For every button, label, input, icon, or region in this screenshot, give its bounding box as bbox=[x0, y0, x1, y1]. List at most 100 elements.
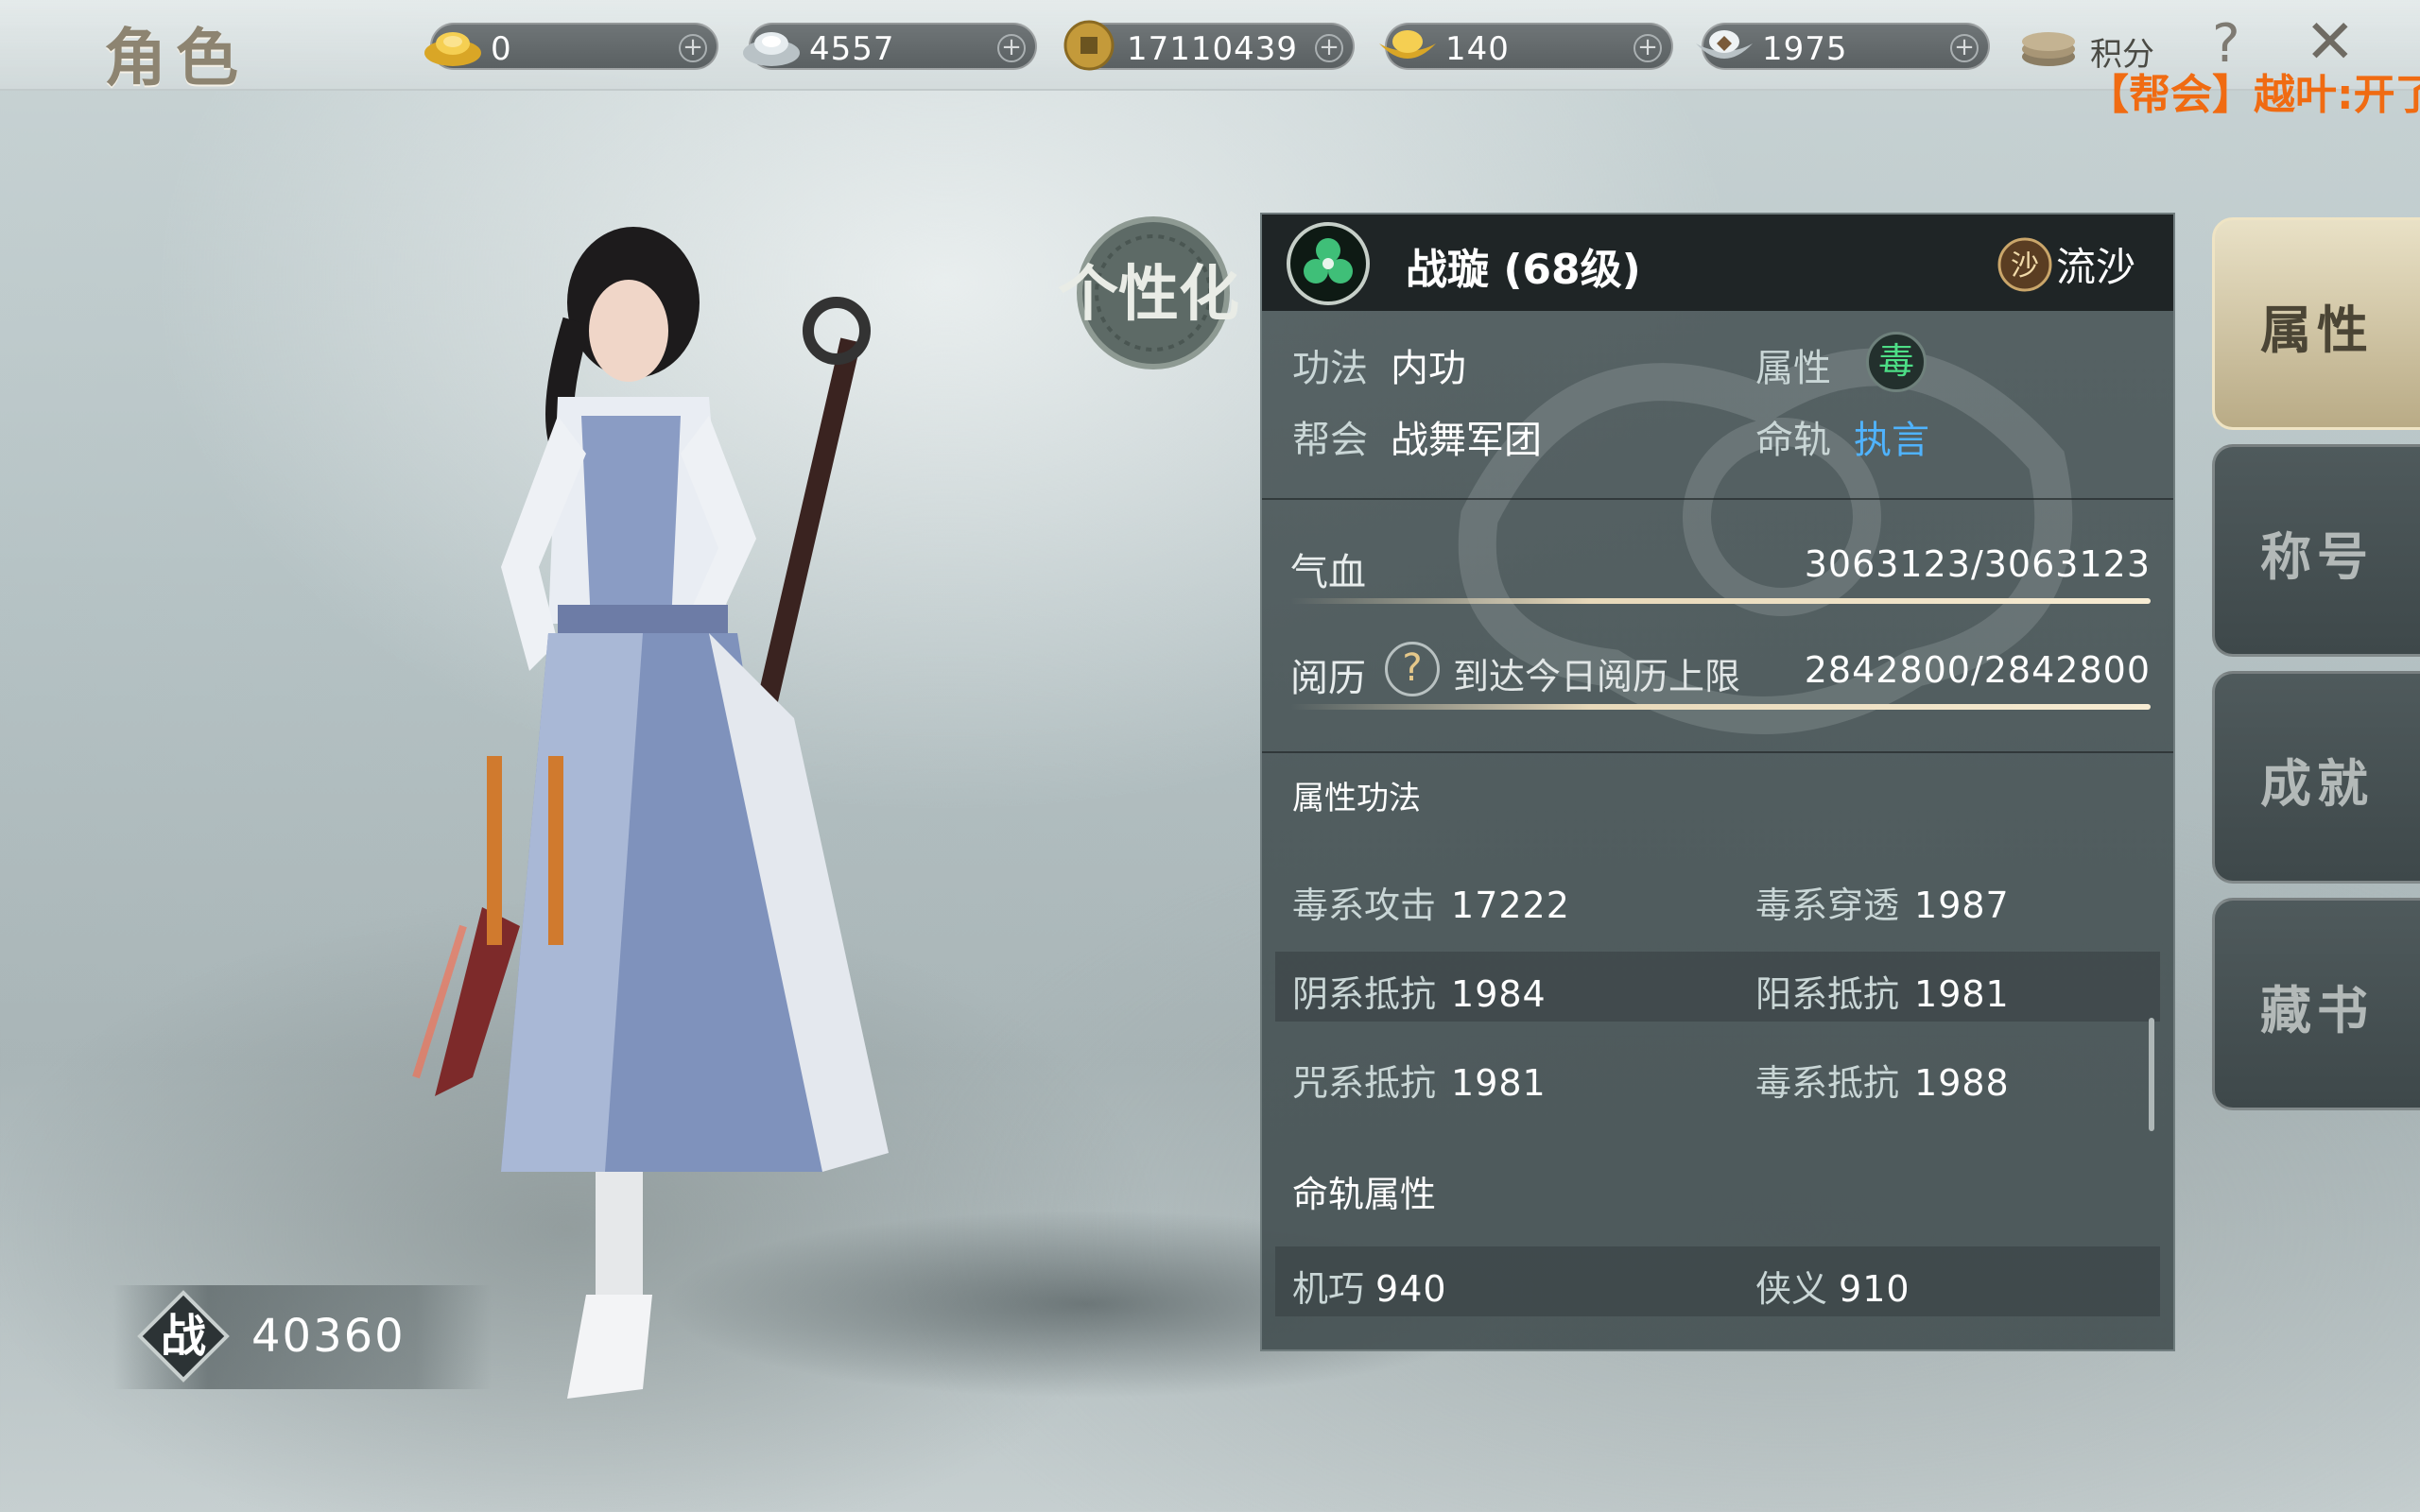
currency-value: 4557 bbox=[809, 30, 895, 68]
add-currency-button[interactable]: + bbox=[679, 34, 707, 62]
tab-label: 属性 bbox=[2260, 300, 2374, 360]
attr-row: 阴系抵抗 1984 阳系抵抗 1981 bbox=[1275, 952, 2160, 1022]
element-info: 属性 bbox=[1755, 337, 1831, 392]
combat-power-icon: 战 bbox=[137, 1290, 230, 1383]
attr-item: 毒系穿透 1987 bbox=[1755, 876, 2010, 928]
hp-label: 气血 bbox=[1290, 551, 1366, 594]
poison-element-badge: 毒 bbox=[1866, 332, 1927, 392]
hp-value: 3063123/3063123 bbox=[1804, 543, 2151, 585]
top-bar: 角色 0 + 4557 + 17110439 + 140 + 1975 + 积分… bbox=[0, 0, 2420, 94]
skill-key: 功法 bbox=[1292, 347, 1368, 390]
attr-value: 1987 bbox=[1914, 885, 2010, 926]
divider bbox=[1262, 498, 2173, 500]
attr-value: 910 bbox=[1839, 1268, 1910, 1310]
server-emblem-icon: 沙 bbox=[1997, 237, 2052, 292]
attr-scrollbar[interactable] bbox=[2149, 1018, 2154, 1131]
attr-item: 毒系抵抗 1988 bbox=[1755, 1054, 2010, 1106]
hp-row: 气血 3063123/3063123 bbox=[1290, 536, 2151, 604]
fate-attr-row: 机巧 940 侠义 910 bbox=[1275, 1246, 2160, 1316]
page-title: 角色 bbox=[104, 21, 248, 94]
attr-row: 毒系攻击 17222 毒系穿透 1987 bbox=[1275, 863, 2160, 933]
skill-info: 功法 内功 bbox=[1292, 337, 1466, 392]
divider bbox=[1262, 751, 2173, 753]
exp-value: 2842800/2842800 bbox=[1804, 649, 2151, 691]
attr-name: 毒系抵抗 bbox=[1755, 1062, 1900, 1104]
attribute-panel: 战璇 (68级) 沙 流沙 功法 内功 属性 毒 帮会 战舞军团 命轨 执言 气血 3… bbox=[1260, 213, 2175, 1351]
attr-name: 机巧 bbox=[1292, 1268, 1365, 1310]
tab-label: 称号 bbox=[2260, 526, 2374, 587]
attr-name: 咒系抵抗 bbox=[1292, 1062, 1437, 1104]
attr-value: 17222 bbox=[1451, 885, 1570, 926]
attr-name: 阳系抵抗 bbox=[1755, 973, 1900, 1015]
attr-value: 1984 bbox=[1451, 973, 1547, 1015]
currency-value: 17110439 bbox=[1127, 30, 1299, 68]
server-name: 流沙 bbox=[2056, 244, 2136, 290]
exp-bar bbox=[1290, 704, 2151, 710]
add-currency-button[interactable]: + bbox=[1634, 34, 1662, 62]
attr-item: 咒系抵抗 1981 bbox=[1292, 1054, 1547, 1106]
attr-row: 咒系抵抗 1981 毒系抵抗 1988 bbox=[1275, 1040, 2160, 1110]
combat-power-glyph: 战 bbox=[161, 1310, 206, 1363]
personalize-label: 个性化 bbox=[1059, 259, 1238, 330]
tab-titles[interactable]: 称号 bbox=[2212, 444, 2420, 657]
hp-bar bbox=[1290, 598, 2151, 604]
guild-value: 战舞军团 bbox=[1391, 419, 1542, 462]
attr-name: 毒系攻击 bbox=[1292, 885, 1437, 926]
tab-label: 藏书 bbox=[2260, 980, 2374, 1040]
tab-attributes[interactable]: 属性 bbox=[2212, 217, 2420, 430]
currency-gold-boat: 140 + bbox=[1379, 23, 1673, 70]
currency-copper: 17110439 + bbox=[1063, 20, 1355, 71]
question-icon[interactable]: ? bbox=[1385, 642, 1440, 696]
attr-value: 1981 bbox=[1914, 973, 2010, 1015]
attr-name: 毒系穿透 bbox=[1755, 885, 1900, 926]
gold-ingot-icon bbox=[424, 32, 481, 66]
currency-silver: 4557 + bbox=[743, 23, 1037, 70]
character-model[interactable] bbox=[397, 227, 926, 1436]
attr-value: 1981 bbox=[1451, 1062, 1547, 1104]
score-coins-icon bbox=[2022, 32, 2075, 66]
add-currency-button[interactable]: + bbox=[1950, 34, 1979, 62]
exp-row: 阅历 ? 到达今日阅历上限 2842800/2842800 bbox=[1290, 642, 2151, 710]
guild-chat-ticker[interactable]: 【帮会】越叶:开了 bbox=[2087, 60, 2420, 121]
exp-label: 阅历 bbox=[1290, 657, 1366, 700]
add-currency-button[interactable]: + bbox=[1315, 34, 1343, 62]
currency-silver-boat: 1975 + bbox=[1696, 23, 1990, 70]
attr-item: 阳系抵抗 1981 bbox=[1755, 965, 2010, 1017]
guild-key: 帮会 bbox=[1292, 419, 1368, 462]
server-emblem-glyph: 沙 bbox=[2011, 249, 2039, 283]
panel-header: 战璇 (68级) 沙 流沙 bbox=[1262, 215, 2173, 311]
character-name: 战璇 (68级) bbox=[1406, 246, 1641, 294]
attr-section-title: 属性功法 bbox=[1292, 780, 1421, 817]
exp-hint: 到达今日阅历上限 bbox=[1453, 656, 1741, 697]
tab-label: 成就 bbox=[2260, 753, 2374, 814]
element-key: 属性 bbox=[1755, 347, 1831, 390]
attr-item: 侠义 910 bbox=[1755, 1260, 1910, 1312]
attr-value: 1988 bbox=[1914, 1062, 2010, 1104]
silver-ingot-icon bbox=[743, 32, 800, 66]
fate-section-title: 命轨属性 bbox=[1292, 1174, 1437, 1215]
combat-power: 战 40360 bbox=[113, 1285, 492, 1389]
tab-library[interactable]: 藏书 bbox=[2212, 898, 2420, 1110]
currency-gold: 0 + bbox=[424, 23, 718, 70]
gold-boat-ingot-icon bbox=[1379, 30, 1436, 59]
personalize-button[interactable]: 个性化 bbox=[1059, 213, 1238, 373]
currency-value: 0 bbox=[491, 30, 512, 68]
fate-link[interactable]: 执言 bbox=[1854, 419, 1929, 462]
tab-achievements[interactable]: 成就 bbox=[2212, 671, 2420, 884]
attr-value: 940 bbox=[1375, 1268, 1447, 1310]
attr-item: 阴系抵抗 1984 bbox=[1292, 965, 1547, 1017]
currency-value: 1975 bbox=[1762, 30, 1848, 68]
currency-value: 140 bbox=[1445, 30, 1510, 68]
combat-power-value: 40360 bbox=[251, 1310, 406, 1363]
guild-info: 帮会 战舞军团 bbox=[1292, 409, 1542, 464]
attr-name: 侠义 bbox=[1755, 1268, 1828, 1310]
copper-coin-icon bbox=[1063, 20, 1115, 71]
sect-emblem-icon bbox=[1287, 222, 1370, 305]
silver-boat-ingot-icon bbox=[1696, 30, 1753, 59]
skill-value: 内功 bbox=[1391, 347, 1466, 390]
attr-item: 机巧 940 bbox=[1292, 1260, 1447, 1312]
fate-info: 命轨 执言 bbox=[1755, 409, 1929, 464]
fate-key: 命轨 bbox=[1755, 419, 1831, 462]
attr-item: 毒系攻击 17222 bbox=[1292, 876, 1570, 928]
add-currency-button[interactable]: + bbox=[997, 34, 1026, 62]
